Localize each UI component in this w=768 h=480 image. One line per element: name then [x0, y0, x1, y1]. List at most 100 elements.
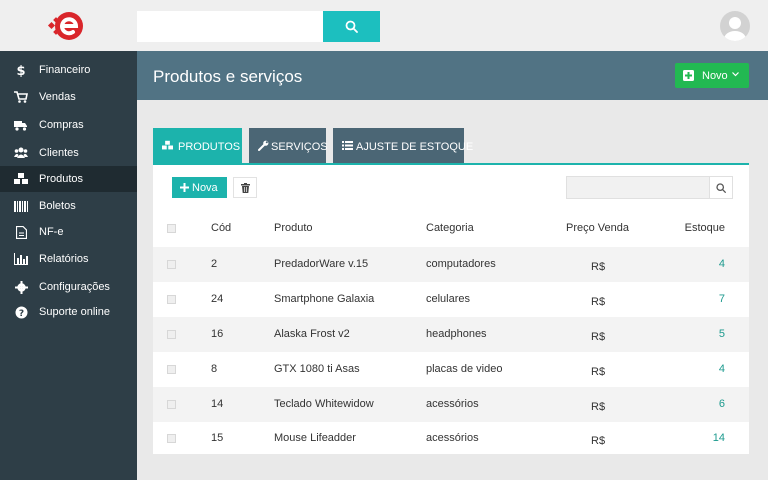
sidebar-item-relatorios[interactable]: Relatórios: [0, 246, 137, 272]
sidebar-item-clientes[interactable]: Clientes: [0, 140, 137, 166]
sidebar-item-boletos[interactable]: Boletos: [0, 193, 137, 219]
products-panel: Nova Cód Produto Categoria Preço Venda E…: [153, 165, 749, 454]
cell-produto: Alaska Frost v2: [274, 328, 350, 340]
dollar-icon: $: [14, 63, 28, 77]
table-row[interactable]: 15 Mouse Lifeadder acessórios R$ 14: [153, 421, 749, 456]
gear-icon: [14, 280, 28, 294]
table-row[interactable]: 14 Teclado Whitewidow acessórios R$ 6: [153, 387, 749, 422]
chevron-down-icon: [732, 72, 739, 77]
column-header-categoria[interactable]: Categoria: [426, 222, 474, 234]
cell-preco-venda: R$: [591, 331, 606, 343]
sidebar-item-label: Configurações: [39, 281, 110, 293]
cell-categoria: headphones: [426, 328, 487, 340]
sidebar-item-label: Relatórios: [39, 253, 89, 265]
app-logo[interactable]: [47, 9, 87, 43]
sidebar-item-produtos[interactable]: Produtos: [0, 166, 137, 192]
plus-square-icon: [683, 70, 694, 81]
file-icon: [14, 225, 28, 239]
select-all-checkbox[interactable]: [167, 224, 176, 233]
sidebar-item-configuracoes[interactable]: Configurações: [0, 274, 137, 300]
cell-categoria: placas de video: [426, 363, 503, 375]
table-header-row: Cód Produto Categoria Preço Venda Estoqu…: [153, 211, 749, 246]
users-icon: [14, 146, 28, 160]
list-icon: [342, 141, 353, 150]
table-row[interactable]: 8 GTX 1080 ti Asas placas de video R$ 4: [153, 352, 749, 387]
top-bar: [0, 0, 768, 51]
cell-cod: 2: [211, 258, 218, 270]
cell-cod: 14: [211, 398, 224, 410]
nova-label: Nova: [192, 182, 218, 194]
cell-categoria: computadores: [426, 258, 496, 270]
plus-icon: [180, 183, 189, 192]
cell-produto: Smartphone Galaxia: [274, 293, 375, 305]
cell-produto: Teclado Whitewidow: [274, 398, 374, 410]
table-row[interactable]: 2 PredadorWare v.15 computadores R$ 4: [153, 247, 749, 282]
novo-label: Novo: [702, 70, 728, 82]
column-header-produto[interactable]: Produto: [274, 222, 313, 234]
cell-preco-venda: R$: [591, 366, 606, 378]
sidebar-item-nfe[interactable]: NF-e: [0, 219, 137, 245]
cell-estoque: 14: [712, 432, 725, 444]
sidebar-item-vendas[interactable]: Vendas: [0, 84, 137, 110]
cell-cod: 15: [211, 432, 224, 444]
sidebar-item-label: Clientes: [39, 147, 79, 159]
question-icon: ?: [14, 305, 28, 319]
tab-servicos[interactable]: SERVIÇOS: [249, 128, 328, 164]
novo-button[interactable]: Novo: [675, 63, 749, 88]
row-checkbox[interactable]: [167, 434, 176, 443]
table-row[interactable]: 24 Smartphone Galaxia celulares R$ 7: [153, 282, 749, 317]
table-row[interactable]: 16 Alaska Frost v2 headphones R$ 5: [153, 317, 749, 352]
cell-categoria: celulares: [426, 293, 471, 305]
column-header-estoque[interactable]: Estoque: [685, 222, 725, 234]
tab-label: AJUSTE DE ESTOQUE: [356, 141, 474, 153]
sidebar-item-label: Financeiro: [39, 64, 91, 76]
cell-preco-venda: R$: [591, 435, 606, 447]
cell-preco-venda: R$: [591, 401, 606, 413]
sidebar-item-label: Suporte online: [39, 306, 110, 318]
truck-icon: [14, 118, 28, 132]
table-search-input[interactable]: [567, 177, 709, 198]
search-input[interactable]: [137, 11, 323, 42]
svg-text:?: ?: [18, 309, 23, 319]
search-button[interactable]: [323, 11, 380, 42]
column-header-preco-venda[interactable]: Preço Venda: [566, 222, 629, 234]
sidebar-item-label: Vendas: [39, 91, 76, 103]
nova-button[interactable]: Nova: [172, 177, 227, 198]
tab-produtos[interactable]: PRODUTOS: [153, 128, 242, 164]
bar-chart-icon: [14, 252, 28, 266]
cell-produto: GTX 1080 ti Asas: [274, 363, 360, 375]
global-search: [137, 11, 380, 42]
cell-preco-venda: R$: [591, 261, 606, 273]
table-search-button[interactable]: [709, 177, 732, 198]
page-header: Produtos e serviços Novo: [137, 51, 768, 100]
row-checkbox[interactable]: [167, 400, 176, 409]
sidebar-item-compras[interactable]: Compras: [0, 112, 137, 138]
row-checkbox[interactable]: [167, 365, 176, 374]
cell-cod: 8: [211, 363, 218, 375]
search-icon: [345, 20, 358, 33]
barcode-icon: [14, 199, 28, 213]
wrench-icon: [258, 140, 269, 151]
sidebar-item-label: NF-e: [39, 226, 64, 238]
cell-categoria: acessórios: [426, 398, 479, 410]
cubes-icon: [14, 172, 28, 186]
row-checkbox[interactable]: [167, 295, 176, 304]
cell-estoque: 6: [718, 398, 725, 410]
sidebar-item-label: Boletos: [39, 200, 76, 212]
cell-cod: 16: [211, 328, 224, 340]
sidebar-item-label: Produtos: [39, 173, 84, 185]
sidebar-item-suporte-online[interactable]: ? Suporte online: [0, 299, 137, 325]
trash-icon: [240, 182, 250, 193]
column-header-cod[interactable]: Cód: [211, 222, 231, 234]
user-icon: [724, 17, 746, 41]
cell-produto: Mouse Lifeadder: [274, 432, 356, 444]
cell-cod: 24: [211, 293, 224, 305]
tab-ajuste-de-estoque[interactable]: AJUSTE DE ESTOQUE: [333, 128, 473, 164]
user-avatar[interactable]: [720, 11, 750, 41]
row-checkbox[interactable]: [167, 260, 176, 269]
row-checkbox[interactable]: [167, 330, 176, 339]
cell-estoque: 4: [718, 258, 725, 270]
sidebar-item-financeiro[interactable]: $ Financeiro: [0, 57, 137, 83]
sidebar: $ Financeiro Vendas Compras Clientes Pro…: [0, 51, 137, 480]
delete-button[interactable]: [233, 177, 257, 198]
